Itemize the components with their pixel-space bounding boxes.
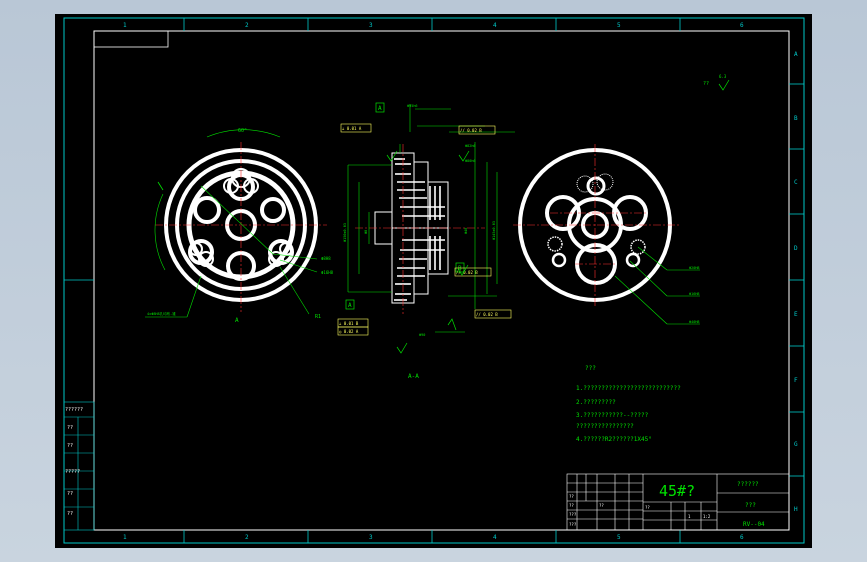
datum-bottom: A: [348, 302, 352, 309]
inner-border: [93, 30, 790, 531]
callout-left-2: Φ90: [419, 333, 425, 337]
left-strip-3: ?????: [65, 469, 80, 475]
zone-top-5: 5: [617, 22, 621, 29]
callout-right-1: Φ16H8: [689, 292, 700, 296]
zone-bottom-6: 6: [740, 534, 744, 541]
tol-4: ⊥ 0.01 B: [339, 321, 359, 326]
tol-3: // 0.02 B: [476, 312, 498, 317]
tb-cell-7: 1:2: [703, 514, 711, 519]
callout-right-0: Φ20H8: [689, 266, 700, 270]
tol-5: ◎ 0.02 A: [339, 329, 359, 334]
zone-right-h: H: [794, 506, 798, 513]
zone-top-3: 3: [369, 22, 373, 29]
section-label: A-A: [408, 373, 419, 380]
cut-arrow: [157, 181, 164, 191]
title-company: ??????: [737, 481, 759, 488]
zone-right-c: C: [794, 179, 798, 186]
note-1: 1.???????????????????????????: [576, 385, 681, 392]
zone-bottom-3: 3: [369, 534, 373, 541]
roughness-symbol: ??: [703, 81, 709, 87]
tb-cell-1: ??: [569, 503, 574, 508]
title-drawing-no: RV--04: [743, 521, 765, 528]
tb-cell-5: ??: [645, 505, 650, 510]
left-strip-0: ??????: [65, 407, 83, 413]
callout-mid-side-2: Φ48: [464, 228, 468, 234]
left-strip-5: ??: [67, 511, 73, 517]
angle-label: 60°: [238, 128, 247, 134]
tb-cell-4: ??: [599, 503, 604, 508]
note-4: 4.??????R2??????1X45°: [576, 436, 652, 443]
callout-mid-side-0: Φ150±0.03: [343, 223, 347, 242]
title-part-name: ???: [745, 502, 756, 509]
zone-bottom-5: 5: [617, 534, 621, 541]
callout-mid-top-1: Φ82h6: [465, 144, 476, 148]
outer-border: [63, 17, 805, 544]
callout-right-2: Φ40H8: [689, 320, 700, 324]
roughness-value: 6.3: [719, 74, 727, 79]
zone-top-4: 4: [493, 22, 497, 29]
tb-cell-2: ???: [569, 512, 577, 517]
zone-bottom-2: 2: [245, 534, 249, 541]
tb-cell-6: 1: [688, 514, 691, 519]
callout-mid-top-0: Φ95h6: [407, 104, 418, 108]
left-view-centerlines: [155, 142, 327, 312]
zone-right-d: D: [794, 245, 798, 252]
note-3b: ????????????????: [576, 423, 634, 430]
top-zone-ticks: [64, 18, 804, 543]
zone-right-a: A: [794, 51, 798, 58]
callout-left-bottom: 4xΦ8H8孔均布-锥: [147, 311, 176, 316]
section-hatching: [394, 158, 445, 301]
callout-mid-top-2: Φ80h6: [465, 159, 476, 163]
tb-cell-0: ??: [569, 494, 574, 499]
callout-left-1: Φ16H8: [321, 270, 334, 275]
tb-cell-3: ???: [569, 522, 577, 527]
section-dims: [347, 104, 515, 333]
zone-top-2: 2: [245, 22, 249, 29]
left-strip-4: ??: [67, 491, 73, 497]
zone-bottom-4: 4: [493, 534, 497, 541]
zone-right-b: B: [794, 115, 798, 122]
left-strip-1: ??: [67, 425, 73, 431]
zone-bottom-1: 1: [123, 534, 127, 541]
datum-top: A: [378, 105, 382, 112]
note-2: 2.?????????: [576, 399, 616, 406]
drawing-sheet: 1 2 3 4 5 6 1 2 3 4 5 6 A B C D E F G H …: [55, 14, 812, 548]
corner-box: [93, 30, 169, 48]
callout-mid-side-1: Φ8: [364, 230, 368, 234]
left-strip-2: ??: [67, 443, 73, 449]
tol-1: // 0.02 B: [460, 128, 482, 133]
zone-right-f: F: [794, 377, 798, 384]
zone-top-6: 6: [740, 22, 744, 29]
callout-left-3: R1: [315, 314, 321, 320]
callout-left-0: Φ8H8: [321, 256, 331, 261]
callout-mid-side-3: Φ145±0.03: [492, 221, 496, 240]
zone-right-e: E: [794, 311, 798, 318]
title-material: 45#?: [659, 482, 695, 500]
notes-title: ???: [585, 365, 596, 372]
tolerance-frames: [337, 123, 512, 336]
cut-marker-a: A: [235, 317, 239, 324]
cad-drawing: 1 2 3 4 5 6 1 2 3 4 5 6 A B C D E F G H …: [63, 17, 805, 544]
zone-right-g: G: [794, 441, 798, 448]
zone-top-1: 1: [123, 22, 127, 29]
tol-0: ⊥ 0.01 A: [342, 126, 362, 131]
note-3: 3.???????????--?????: [576, 412, 649, 419]
